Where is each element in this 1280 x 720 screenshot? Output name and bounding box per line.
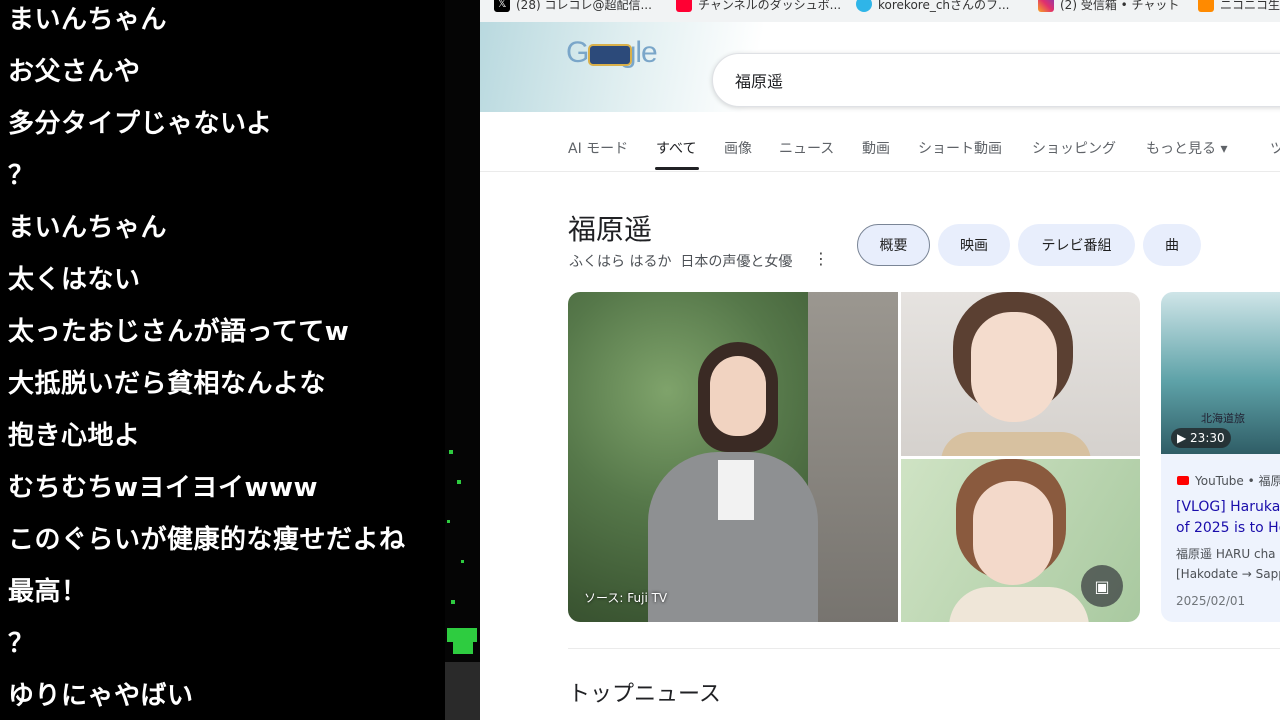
entity-reading: ふくはら はるか	[569, 254, 672, 270]
bookmark-label: (2) 受信箱 • チャット	[1060, 0, 1180, 12]
twitcasting-icon	[856, 0, 872, 12]
video-title-line: [VLOG] Haruka	[1176, 499, 1280, 515]
chat-message: お父さんや	[8, 57, 141, 87]
search-query: 福原遥	[735, 72, 784, 91]
bookmarks-bar: 𝕏 (28) コレコレ@超配信... チャンネルのダッシュボ... koreko…	[480, 0, 1280, 22]
chip-songs[interactable]: 曲	[1143, 224, 1201, 266]
x-icon: 𝕏	[494, 0, 510, 12]
bookmark-item[interactable]: 𝕏 (28) コレコレ@超配信...	[494, 0, 652, 13]
video-desc-line: [Hakodate → Sapp	[1176, 567, 1280, 581]
bookmark-item[interactable]: チャンネルのダッシュボ...	[676, 0, 841, 13]
tab-more[interactable]: もっと見る ▾	[1146, 138, 1227, 158]
search-input[interactable]: 福原遥	[712, 53, 1280, 107]
tab-news[interactable]: ニュース	[779, 138, 834, 158]
entity-photo-bottom-right[interactable]: ▣	[901, 459, 1140, 622]
tab-images[interactable]: 画像	[724, 138, 752, 158]
chip-overview[interactable]: 概要	[857, 224, 930, 266]
chat-message: むちむちwヨイヨイwww	[8, 473, 319, 503]
tab-all[interactable]: すべて	[656, 138, 696, 158]
instagram-icon	[1038, 0, 1054, 12]
video-card[interactable]: 北海道旅 ▶ 23:30 YouTube • 福原 [VLOG] Haruka …	[1161, 292, 1280, 622]
chat-overlay: まいんちゃん お父さんや 多分タイプじゃないよ ？ まいんちゃん 太くはない 太…	[0, 0, 445, 720]
entity-subtitle: ふくはら はるか 日本の声優と女優	[569, 251, 792, 271]
chat-message: このぐらいが健康的な痩せだよね	[8, 525, 406, 555]
image-search-icon[interactable]: ▣	[1081, 565, 1123, 607]
active-tab-indicator	[655, 167, 699, 170]
chat-message: ？	[8, 161, 35, 191]
entity-photo-top-right[interactable]	[901, 292, 1140, 456]
video-title-line: of 2025 is to Ho	[1176, 520, 1280, 536]
chat-message: 大抵脱いだら貧相なんよな	[8, 369, 327, 399]
video-date: 2025/02/01	[1176, 594, 1246, 608]
train-doodle-icon	[588, 44, 632, 66]
chat-message: ゆりにゃやばい	[8, 681, 194, 711]
more-options-icon[interactable]: ⋮	[813, 249, 829, 268]
chip-movies[interactable]: 映画	[938, 224, 1010, 266]
video-source-label: YouTube • 福原	[1195, 474, 1280, 488]
thumbnail-text: 北海道旅	[1201, 412, 1245, 425]
game-strip	[445, 0, 480, 720]
chat-message: 太くはない	[8, 265, 141, 295]
bookmark-label: (28) コレコレ@超配信...	[516, 0, 652, 12]
google-doodle-logo[interactable]: Google	[566, 36, 666, 76]
search-tabs: AI モード すべて 画像 ニュース 動画 ショート動画 ショッピング もっと見…	[480, 128, 1280, 172]
bookmark-item[interactable]: korekore_chさんのフ...	[856, 0, 1009, 13]
video-description: 福原遥 HARU cha [Hakodate → Sapp	[1176, 544, 1280, 584]
image-source-label: ソース: Fuji TV	[584, 591, 668, 605]
video-thumbnail: 北海道旅 ▶ 23:30	[1161, 292, 1280, 454]
entity-description: 日本の声優と女優	[680, 254, 793, 270]
youtube-studio-icon	[676, 0, 692, 12]
chat-message: ？	[8, 629, 35, 659]
video-duration-badge: ▶ 23:30	[1171, 428, 1231, 448]
chat-message: 最高！	[8, 577, 88, 607]
video-title[interactable]: [VLOG] Haruka of 2025 is to Ho	[1176, 497, 1280, 539]
niconico-icon	[1198, 0, 1214, 12]
entity-title: 福原遥	[568, 213, 653, 246]
chat-message: 太ったおじさんが語っててw	[8, 317, 350, 347]
chat-message: まいんちゃん	[8, 5, 168, 35]
chat-message: 抱き心地よ	[8, 421, 141, 451]
chat-message: 多分タイプじゃないよ	[8, 109, 273, 139]
bookmark-item[interactable]: ニコニコ生...	[1198, 0, 1280, 13]
chat-message: まいんちゃん	[8, 213, 168, 243]
section-divider	[568, 648, 1280, 649]
tab-short-videos[interactable]: ショート動画	[918, 138, 1002, 158]
tab-shopping[interactable]: ショッピング	[1032, 138, 1116, 158]
top-news-heading: トップニュース	[568, 682, 721, 707]
chip-tv-shows[interactable]: テレビ番組	[1018, 224, 1135, 266]
bookmark-label: チャンネルのダッシュボ...	[698, 0, 842, 12]
tab-ai-mode[interactable]: AI モード	[568, 138, 628, 158]
entity-photo-main[interactable]: ソース: Fuji TV	[568, 292, 898, 622]
bookmark-label: ニコニコ生...	[1220, 0, 1280, 12]
youtube-icon	[1177, 476, 1189, 485]
bookmark-item[interactable]: (2) 受信箱 • チャット	[1038, 0, 1179, 13]
bookmark-label: korekore_chさんのフ...	[878, 0, 1010, 12]
video-desc-line: 福原遥 HARU cha	[1176, 547, 1276, 561]
browser-window: 𝕏 (28) コレコレ@超配信... チャンネルのダッシュボ... koreko…	[480, 0, 1280, 720]
tab-tools[interactable]: ツ	[1270, 138, 1280, 158]
tab-videos[interactable]: 動画	[862, 138, 890, 158]
video-source: YouTube • 福原	[1177, 472, 1280, 489]
